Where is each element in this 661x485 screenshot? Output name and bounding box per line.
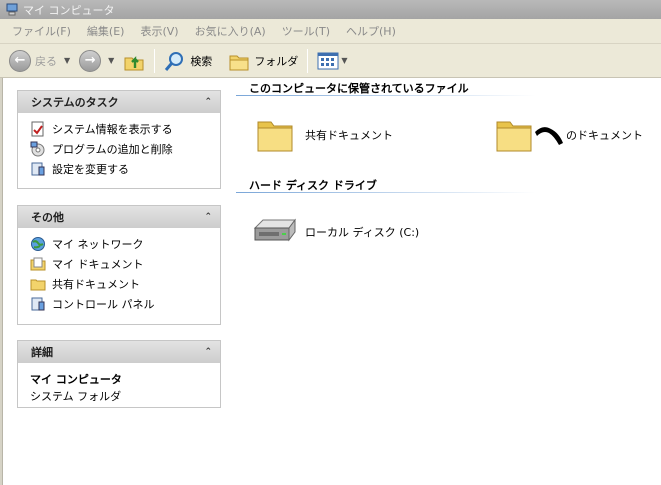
- change-settings-link[interactable]: 設定を変更する: [30, 159, 212, 179]
- stored-files-heading: このコンピュータに保管されているファイル: [249, 82, 469, 95]
- details-header[interactable]: 詳細 ⌃: [18, 341, 220, 363]
- search-button[interactable]: 検索: [161, 47, 215, 75]
- other-places-title: その他: [31, 211, 64, 224]
- control-panel-link[interactable]: コントロール パネル: [30, 294, 212, 314]
- search-label: 検索: [190, 54, 213, 68]
- up-folder-icon: [124, 55, 144, 70]
- add-remove-programs-icon: [30, 141, 45, 157]
- local-disk-c[interactable]: ローカル ディスク (C:): [251, 216, 419, 248]
- section-divider: [236, 95, 536, 96]
- collapse-chevron-icon[interactable]: ⌃: [204, 212, 212, 222]
- menu-view[interactable]: 表示(V): [132, 23, 186, 39]
- folders-label: フォルダ: [254, 54, 299, 68]
- toolbar: ← 戻る ▼ → ▼ 検索 フォルダ ▼: [0, 44, 661, 78]
- system-tasks-pane: システムのタスク ⌃ システム情報を表示する プログラムの追加と削除 設定を変更…: [17, 90, 221, 189]
- views-dropdown-icon: ▼: [341, 56, 348, 65]
- user-documents-folder-label: のドキュメント: [566, 129, 643, 142]
- window-left-border: [0, 78, 3, 485]
- system-tasks-header[interactable]: システムのタスク ⌃: [18, 91, 220, 113]
- folders-button[interactable]: フォルダ: [225, 47, 301, 75]
- local-disk-label: ローカル ディスク (C:): [305, 226, 420, 239]
- back-label: 戻る: [35, 54, 57, 68]
- my-documents-icon: [30, 257, 46, 271]
- add-remove-programs-link[interactable]: プログラムの追加と削除: [30, 139, 212, 159]
- shared-documents-link[interactable]: 共有ドキュメント: [30, 274, 212, 294]
- shared-documents-label: 共有ドキュメント: [52, 278, 140, 291]
- back-arrow-icon: ←: [9, 49, 31, 72]
- network-globe-icon: [31, 237, 45, 251]
- menu-tools[interactable]: ツール(T): [274, 23, 338, 39]
- toolbar-separator: [154, 48, 156, 73]
- menu-favorites[interactable]: お気に入り(A): [187, 23, 274, 39]
- shared-documents-folder-label: 共有ドキュメント: [305, 129, 393, 142]
- add-remove-programs-label: プログラムの追加と削除: [52, 143, 173, 156]
- folder-icon: [496, 121, 532, 152]
- system-tasks-title: システムのタスク: [31, 96, 119, 109]
- menu-bar: ファイル(F) 編集(E) 表示(V) お気に入り(A) ツール(T) ヘルプ(…: [0, 19, 661, 44]
- folders-icon: [229, 55, 249, 70]
- menu-file[interactable]: ファイル(F): [4, 23, 79, 39]
- system-info-icon: [31, 121, 44, 137]
- views-icon: [317, 52, 339, 69]
- control-panel-icon: [31, 297, 45, 311]
- user-documents-folder[interactable]: のドキュメント: [494, 116, 643, 154]
- toolbar-separator: [307, 48, 309, 73]
- shared-documents-folder[interactable]: 共有ドキュメント: [255, 116, 393, 154]
- title-bar: マイ コンピュータ: [0, 0, 661, 19]
- forward-button[interactable]: →: [76, 47, 104, 75]
- search-icon: [165, 51, 184, 71]
- control-panel-label: コントロール パネル: [52, 298, 155, 311]
- details-title-label: 詳細: [31, 346, 53, 359]
- change-settings-label: 設定を変更する: [52, 163, 129, 176]
- section-divider: [236, 192, 536, 193]
- menu-edit[interactable]: 編集(E): [79, 23, 133, 39]
- forward-arrow-icon: →: [79, 49, 102, 72]
- view-system-info-label: システム情報を表示する: [52, 123, 173, 136]
- my-network-label: マイ ネットワーク: [52, 238, 144, 251]
- views-button[interactable]: ▼: [314, 47, 356, 75]
- other-places-header[interactable]: その他 ⌃: [18, 206, 220, 228]
- details-item-name: マイ コンピュータ: [30, 373, 122, 386]
- details-pane: 詳細 ⌃ マイ コンピュータ システム フォルダ: [17, 340, 221, 408]
- my-network-link[interactable]: マイ ネットワーク: [30, 234, 212, 254]
- menu-help[interactable]: ヘルプ(H): [338, 23, 404, 39]
- control-panel-icon: [31, 162, 45, 176]
- hard-disk-icon: [253, 218, 296, 242]
- back-button[interactable]: ← 戻る: [6, 47, 60, 75]
- my-documents-label: マイ ドキュメント: [52, 258, 144, 271]
- details-item-type: システム フォルダ: [30, 390, 122, 403]
- forward-dropdown-icon[interactable]: ▼: [108, 56, 114, 65]
- my-documents-link[interactable]: マイ ドキュメント: [30, 254, 212, 274]
- window-title: マイ コンピュータ: [23, 3, 115, 17]
- back-dropdown-icon[interactable]: ▼: [64, 56, 70, 65]
- redaction-scribble: [535, 127, 563, 145]
- other-places-pane: その他 ⌃ マイ ネットワーク マイ ドキュメント 共有ドキュメント コントロー…: [17, 205, 221, 325]
- folder-icon: [257, 121, 293, 152]
- hard-disk-heading: ハード ディスク ドライブ: [249, 179, 377, 192]
- collapse-chevron-icon[interactable]: ⌃: [204, 347, 212, 357]
- collapse-chevron-icon[interactable]: ⌃: [204, 97, 212, 107]
- folder-icon: [30, 279, 46, 291]
- up-folder-button[interactable]: [120, 47, 148, 75]
- view-system-info-link[interactable]: システム情報を表示する: [30, 119, 212, 139]
- my-computer-icon: [6, 3, 18, 16]
